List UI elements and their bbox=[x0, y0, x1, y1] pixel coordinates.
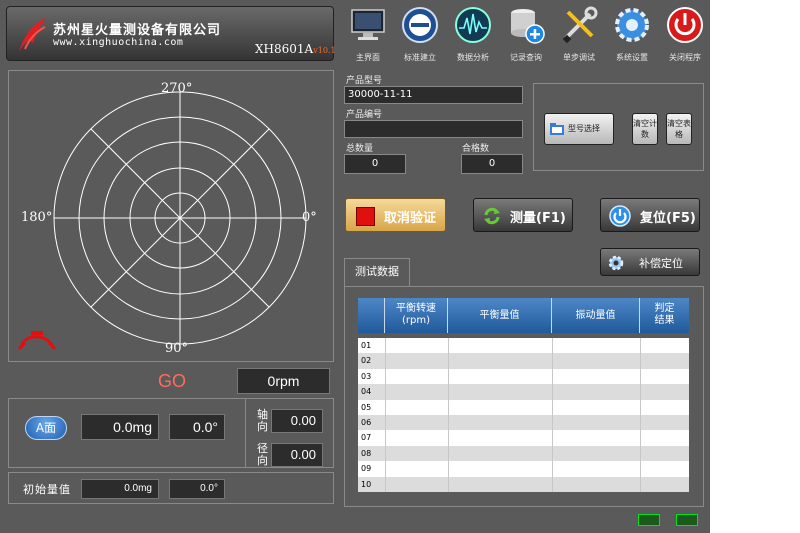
tab-test-data[interactable]: 测试数据 bbox=[344, 258, 410, 286]
total-count-label: 总数量 bbox=[346, 144, 374, 154]
polar-label-180: 180° bbox=[21, 210, 53, 225]
table-header-vibration: 振动量值 bbox=[552, 298, 640, 333]
waveform-icon bbox=[455, 7, 491, 43]
column-divider bbox=[448, 338, 449, 492]
toolbar-close-program[interactable]: 关闭程序 bbox=[659, 4, 710, 64]
initial-values-panel: 初始量值 0.0mg 0.0° bbox=[8, 472, 334, 504]
divider bbox=[245, 399, 246, 467]
face-a-button[interactable]: A面 bbox=[25, 416, 67, 440]
product-model-field[interactable]: 30000-11-11 bbox=[344, 86, 523, 104]
table-header-judgement: 判定 结果 bbox=[654, 303, 675, 326]
monitor-icon bbox=[351, 9, 385, 40]
column-divider bbox=[640, 338, 641, 492]
toolbar-record-query[interactable]: 记录查询 bbox=[500, 4, 552, 64]
table-header-balance: 平衡量值 bbox=[448, 298, 552, 333]
model-select-button[interactable]: 型号选择 bbox=[544, 113, 614, 145]
polar-label-0: 0° bbox=[302, 210, 317, 225]
measure-button[interactable]: 测量(F1) bbox=[473, 198, 573, 232]
product-serial-field[interactable] bbox=[344, 120, 523, 138]
unbalance-amount: 0.0mg bbox=[81, 414, 159, 440]
tools-icon bbox=[562, 6, 598, 44]
radial-label: 径向 bbox=[257, 442, 268, 467]
polar-grid bbox=[17, 91, 307, 351]
toolbar-main-screen[interactable]: 主界面 bbox=[342, 4, 394, 64]
database-icon bbox=[511, 9, 545, 44]
polar-unbalance-plot: 270° 180° 0° 90° bbox=[8, 70, 334, 362]
result-status: GO bbox=[158, 371, 187, 391]
initial-amount: 0.0mg bbox=[81, 479, 159, 499]
unbalance-angle: 0.0° bbox=[169, 414, 225, 440]
config-panel: 型号选择 清空计数 清空表格 bbox=[533, 83, 704, 171]
table-header-speed: 平衡转速 (rpm) bbox=[385, 298, 448, 333]
product-model-label: 产品型号 bbox=[346, 76, 383, 86]
company-website: www.xinghuochina.com bbox=[53, 37, 184, 48]
test-data-table[interactable]: 01 02 03 04 05 06 07 08 09 10 bbox=[358, 338, 689, 492]
toolbar-standard-setup[interactable]: 标准建立 bbox=[394, 4, 446, 64]
axial-label: 轴向 bbox=[257, 408, 268, 433]
pass-count-value: 0 bbox=[461, 154, 523, 174]
power-reset-icon bbox=[609, 205, 631, 227]
toolbar-step-debug[interactable]: 单步调试 bbox=[553, 4, 605, 64]
axial-value: 0.00 bbox=[271, 409, 323, 433]
refresh-icon bbox=[484, 207, 500, 225]
speed-display: 0rpm bbox=[237, 368, 330, 394]
company-logo-icon bbox=[19, 17, 47, 51]
settings-gear-icon bbox=[608, 255, 624, 271]
status-led-icon bbox=[676, 514, 698, 526]
reset-button[interactable]: 复位(F5) bbox=[600, 198, 700, 232]
cancel-verify-button[interactable]: 取消验证 bbox=[345, 198, 446, 232]
folder-icon bbox=[550, 123, 564, 135]
company-name: 苏州星火量测设备有限公司 bbox=[53, 23, 222, 38]
device-model: XH8601Av10.1 bbox=[255, 42, 336, 56]
pass-count-label: 合格数 bbox=[462, 144, 490, 154]
app-window: 苏州星火量测设备有限公司 www.xinghuochina.com XH8601… bbox=[0, 0, 710, 533]
table-header: 平衡转速 (rpm) 平衡量值 振动量值 判定 结果 bbox=[358, 298, 689, 333]
clear-count-button[interactable]: 清空计数 bbox=[632, 113, 658, 145]
calibration-icon bbox=[402, 7, 438, 43]
company-logo-banner: 苏州星火量测设备有限公司 www.xinghuochina.com XH8601… bbox=[6, 6, 336, 61]
gear-icon bbox=[615, 8, 649, 42]
rotor-marker-icon bbox=[17, 331, 57, 351]
column-divider bbox=[385, 338, 386, 492]
product-serial-label: 产品编号 bbox=[346, 110, 383, 120]
table-header-index bbox=[358, 298, 385, 333]
power-icon bbox=[667, 7, 703, 43]
stop-icon bbox=[356, 207, 375, 226]
radial-value: 0.00 bbox=[271, 443, 323, 467]
initial-values-label: 初始量值 bbox=[23, 483, 71, 496]
toolbar-system-settings[interactable]: 系统设置 bbox=[606, 4, 658, 64]
total-count-value: 0 bbox=[344, 154, 406, 174]
status-led-icon bbox=[638, 514, 660, 526]
compensate-position-button[interactable]: 补偿定位 bbox=[600, 248, 700, 276]
polar-label-270: 270° bbox=[161, 81, 193, 96]
measurement-panel: A面 0.0mg 0.0° 轴向 0.00 径向 0.00 bbox=[8, 398, 334, 468]
initial-angle: 0.0° bbox=[169, 479, 225, 499]
clear-table-button[interactable]: 清空表格 bbox=[666, 113, 692, 145]
column-divider bbox=[552, 338, 553, 492]
polar-label-90: 90° bbox=[165, 341, 189, 356]
version-label: v10.1 bbox=[313, 46, 336, 55]
toolbar-data-analysis[interactable]: 数据分析 bbox=[447, 4, 499, 64]
